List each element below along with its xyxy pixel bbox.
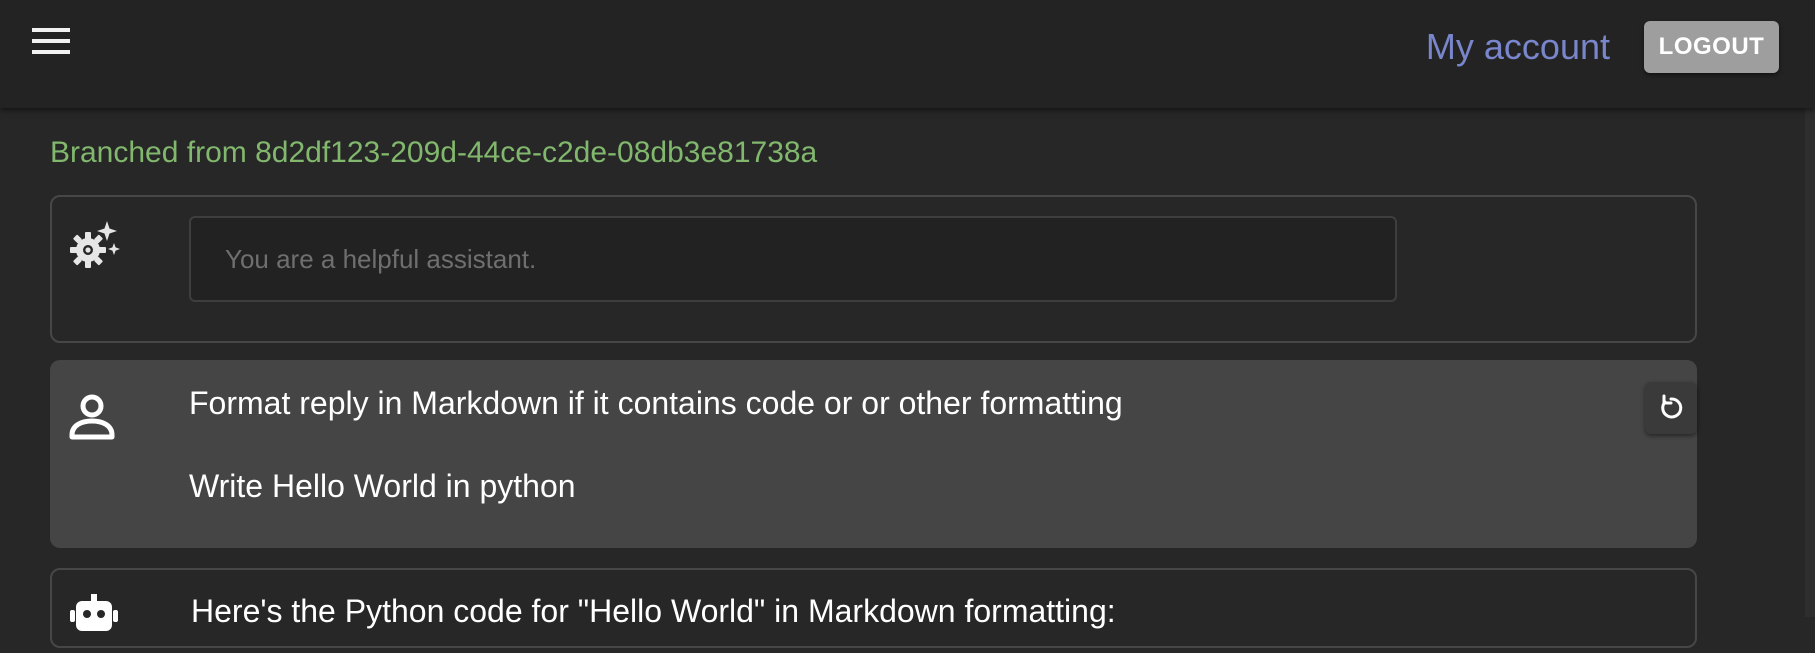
assistant-message-text: Here's the Python code for "Hello World"…	[191, 593, 1116, 629]
user-message-card: Format reply in Markdown if it contains …	[50, 360, 1697, 548]
page-scrollbar[interactable]	[1805, 108, 1815, 617]
my-account-link[interactable]: My account	[1426, 24, 1610, 70]
user-message-line-1: Format reply in Markdown if it contains …	[189, 385, 1123, 421]
hamburger-menu-icon[interactable]	[28, 26, 74, 58]
system-prompt-input[interactable]	[189, 216, 1397, 302]
robot-icon	[66, 592, 122, 648]
user-message-line-2: Write Hello World in python	[189, 468, 576, 504]
branched-from-label: Branched from 8d2df123-209d-44ce-c2de-08…	[50, 136, 818, 169]
top-app-bar: My account LOGOUT	[0, 0, 1815, 108]
assistant-message-card: Here's the Python code for "Hello World"…	[50, 568, 1697, 648]
refresh-icon	[1656, 393, 1686, 423]
settings-sparkle-icon	[66, 219, 122, 275]
person-icon	[64, 388, 120, 444]
logout-button[interactable]: LOGOUT	[1644, 21, 1779, 73]
system-message-card	[50, 195, 1697, 343]
regenerate-button[interactable]	[1645, 382, 1697, 434]
